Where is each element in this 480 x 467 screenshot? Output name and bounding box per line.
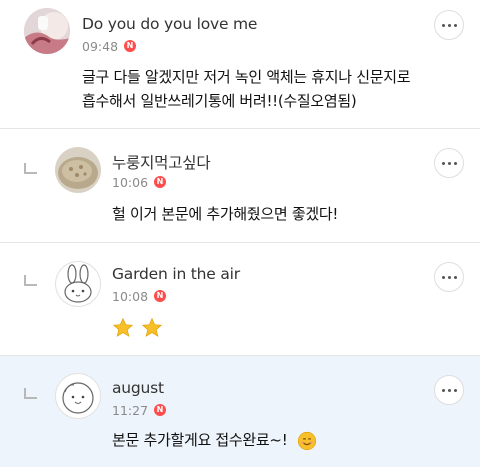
avatar[interactable] <box>55 373 101 419</box>
new-badge: N <box>154 290 166 302</box>
comment-text-line: 본문 추가할게요 접수완료~! <box>112 431 288 449</box>
new-badge: N <box>124 40 136 52</box>
comment-text-line: 글구 다들 알겠지만 저거 녹인 액체는 휴지나 신문지로 <box>82 68 411 86</box>
reply-indent-icon <box>24 275 37 286</box>
avatar[interactable] <box>55 147 101 193</box>
comment-item: Do you do you love me 09:48 N 글구 다들 알겠지만… <box>0 0 480 128</box>
avatar[interactable] <box>55 261 101 307</box>
comment-time: 10:08 <box>112 289 149 304</box>
smiling-face-emoji-icon <box>297 431 316 450</box>
new-badge: N <box>154 404 166 416</box>
bunny-avatar-icon <box>64 264 92 303</box>
comment-author[interactable]: Do you do you love me <box>82 15 257 33</box>
star-emoji-icon <box>142 317 163 337</box>
comment-author[interactable]: august <box>112 379 164 397</box>
comment-item: Garden in the air 10:08 N <box>0 243 480 355</box>
avatar[interactable] <box>24 8 70 54</box>
comment-text-line: 헐 이거 본문에 추가해줬으면 좋겠다! <box>112 205 339 223</box>
comment-text-line: 흡수해서 일반쓰레기통에 버려!!(수질오염됨) <box>82 92 357 110</box>
cartoon-face-avatar-icon <box>62 382 94 414</box>
nurungji-photo-avatar-icon <box>55 147 101 193</box>
comment-text-row: 본문 추가할게요 접수완료~! <box>112 429 317 453</box>
photo-avatar-icon <box>24 8 70 54</box>
comment-time: 10:06 <box>112 175 149 190</box>
comment-time: 11:27 <box>112 403 149 418</box>
more-options-button[interactable] <box>434 10 464 40</box>
comment-item: august 11:27 N 본문 추가할게요 접수완료~! <box>0 356 480 467</box>
more-options-button[interactable] <box>434 375 464 405</box>
comment-author[interactable]: Garden in the air <box>112 265 240 283</box>
star-emoji-icon <box>112 317 134 337</box>
comment-item: 누룽지먹고싶다 10:06 N 헐 이거 본문에 추가해줬으면 좋겠다! <box>0 129 480 242</box>
more-options-button[interactable] <box>434 148 464 178</box>
comment-author[interactable]: 누룽지먹고싶다 <box>112 151 211 173</box>
reply-indent-icon <box>24 388 37 399</box>
comment-time: 09:48 <box>82 39 119 54</box>
comment-emoji-row <box>112 317 163 341</box>
reply-indent-icon <box>24 163 37 174</box>
more-options-button[interactable] <box>434 262 464 292</box>
new-badge: N <box>154 176 166 188</box>
